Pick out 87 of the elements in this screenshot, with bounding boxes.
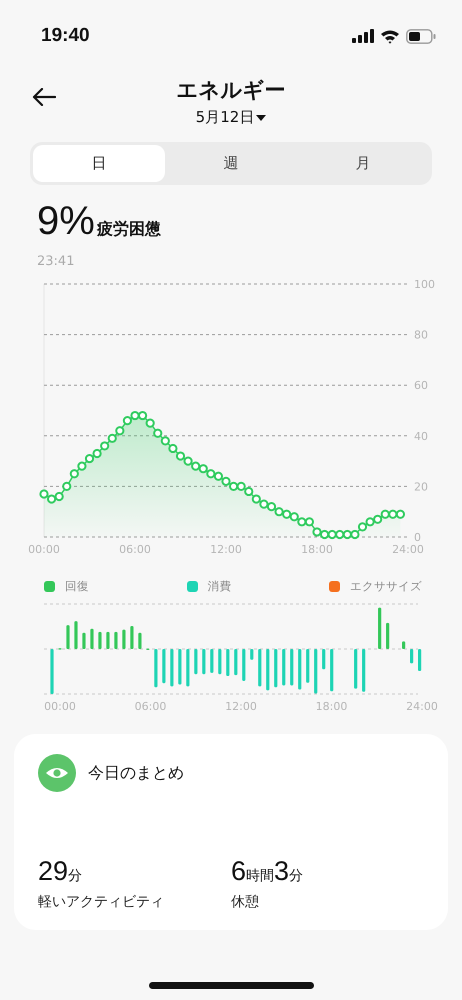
point xyxy=(350,530,360,540)
point xyxy=(198,464,208,474)
point xyxy=(290,512,299,522)
axis-label: 24:00 xyxy=(392,543,424,556)
axis-label: 60 xyxy=(414,379,428,392)
period-tab[interactable]: 月 xyxy=(297,145,429,182)
point xyxy=(259,500,269,509)
reading-time: 23:41 xyxy=(37,254,76,269)
axis-label: 00:00 xyxy=(28,543,60,556)
point xyxy=(39,489,49,499)
point xyxy=(100,441,110,451)
axis-label: 06:00 xyxy=(119,543,151,556)
point xyxy=(168,444,178,454)
point xyxy=(282,510,292,519)
stat-label: 軽いアクティビティ xyxy=(38,893,165,911)
axis-label: 18:00 xyxy=(301,543,333,556)
point xyxy=(84,454,94,464)
point xyxy=(335,530,344,540)
signal-icon xyxy=(352,29,374,43)
point xyxy=(183,456,193,466)
point xyxy=(342,530,352,540)
point xyxy=(115,426,124,436)
point xyxy=(160,436,170,446)
axis-label: 0 xyxy=(414,531,421,544)
energy-state: 疲労困憊 xyxy=(96,219,161,240)
point xyxy=(380,510,390,519)
legend-label: 回復 xyxy=(65,579,89,594)
axis-label: 100 xyxy=(414,278,435,291)
point xyxy=(176,451,186,461)
point xyxy=(274,507,284,516)
point xyxy=(130,410,140,420)
battery-icon xyxy=(406,28,436,44)
point xyxy=(388,510,398,519)
energy-value: 9% xyxy=(37,199,95,244)
point xyxy=(297,517,306,526)
point xyxy=(191,462,200,471)
point xyxy=(373,514,382,524)
period-tab[interactable]: 日 xyxy=(33,145,165,182)
point xyxy=(252,494,261,504)
axis-label: 24:00 xyxy=(406,700,438,713)
eye-icon xyxy=(38,754,76,792)
point xyxy=(312,527,322,537)
point xyxy=(214,472,224,481)
point xyxy=(153,428,162,438)
axis-label: 18:00 xyxy=(316,700,348,713)
axis-label: 12:00 xyxy=(210,543,242,556)
stat-value: 29分 xyxy=(38,856,84,887)
axis-label: 20 xyxy=(414,480,428,494)
point xyxy=(365,517,375,526)
point xyxy=(46,494,56,504)
point xyxy=(266,502,276,512)
legend-label: 消費 xyxy=(208,579,232,594)
caret-icon xyxy=(256,114,266,122)
point xyxy=(70,469,79,478)
point xyxy=(244,486,254,496)
point xyxy=(206,469,216,478)
axis-label: 80 xyxy=(414,328,428,342)
back-button[interactable] xyxy=(32,88,56,106)
axis-label: 00:00 xyxy=(44,700,76,713)
stat-value: 6時間3分 xyxy=(231,856,304,887)
point xyxy=(304,517,314,526)
point xyxy=(236,482,246,491)
date-picker[interactable]: 5月12日 xyxy=(196,108,266,127)
summary-title: 今日のまとめ xyxy=(88,762,184,784)
point xyxy=(396,510,406,519)
point xyxy=(122,416,132,426)
period-tab[interactable]: 週 xyxy=(165,145,297,182)
point xyxy=(328,530,337,540)
stat-label: 休憩 xyxy=(231,893,260,911)
axis-label: 12:00 xyxy=(225,700,257,713)
point xyxy=(138,410,148,420)
legend-label: エクササイズ xyxy=(350,579,422,594)
point xyxy=(77,462,87,471)
point xyxy=(108,434,117,443)
axis-label: 40 xyxy=(414,430,428,443)
point xyxy=(358,522,368,532)
point xyxy=(228,482,238,491)
status-time: 19:40 xyxy=(41,25,90,47)
axis-label: 06:00 xyxy=(134,700,166,713)
point xyxy=(146,418,155,428)
point xyxy=(320,530,330,540)
point xyxy=(92,448,102,458)
wifi-icon xyxy=(380,28,400,44)
point xyxy=(54,492,64,502)
page-title: エネルギー xyxy=(176,77,286,104)
point xyxy=(62,482,72,491)
point xyxy=(221,476,231,486)
